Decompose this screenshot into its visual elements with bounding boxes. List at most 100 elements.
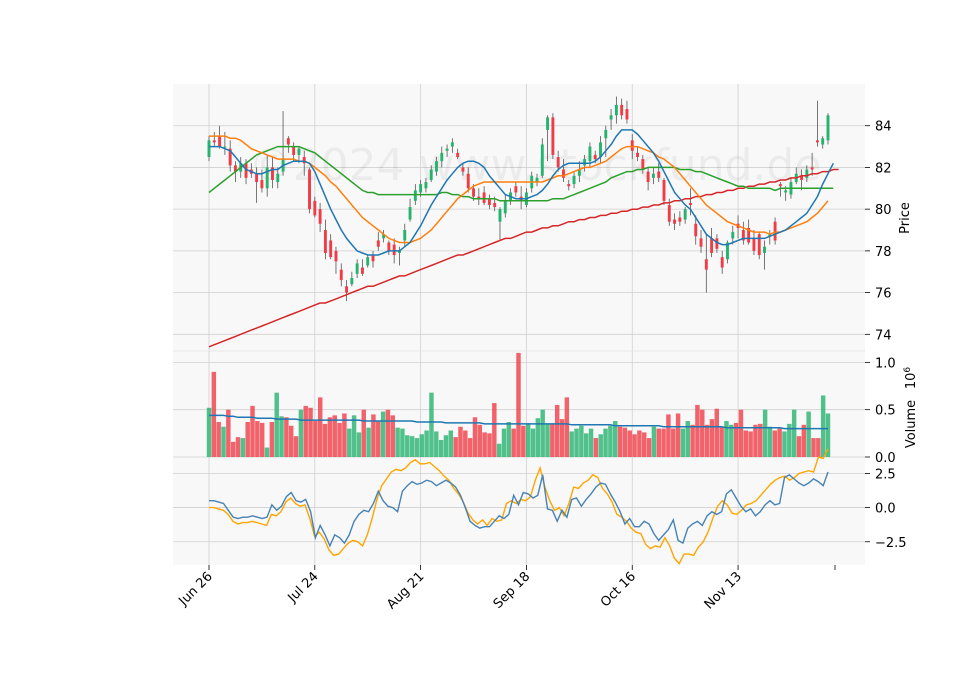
volume-bar: [487, 433, 492, 457]
candle-up: [440, 152, 444, 162]
volume-bar: [656, 428, 661, 457]
candle-up: [805, 169, 809, 178]
price-panel-bg: [173, 84, 865, 351]
candle-up: [207, 140, 211, 158]
candle-up: [403, 230, 407, 241]
candle-up: [445, 148, 449, 151]
candle-down: [710, 238, 714, 253]
candle-down: [667, 204, 671, 222]
candle-down: [493, 202, 497, 208]
volume-bar: [288, 425, 294, 457]
volume-bar: [791, 409, 797, 457]
price-y-tick-label: 74: [875, 328, 892, 343]
volume-bar: [540, 409, 545, 457]
volume-bar: [361, 409, 366, 457]
candle-down: [810, 167, 814, 170]
volume-bar: [632, 434, 637, 457]
candle-up: [583, 159, 587, 166]
volume-bar: [767, 426, 773, 457]
oscillator-y-tick-label: 0.0: [875, 502, 896, 517]
volume-exponent-sup: 6: [903, 367, 913, 373]
candle-down: [641, 159, 645, 170]
volume-bar: [385, 409, 391, 457]
stock-chart: ©2024 www.stockfund.de Jun 26 Jul 24 Aug 2…: [0, 0, 960, 690]
candle-up: [572, 175, 576, 185]
volume-bar: [506, 421, 512, 457]
volume-bar: [675, 413, 681, 457]
volume-bar: [376, 421, 381, 457]
x-tick-label: Aug 21: [384, 569, 427, 612]
candle-up: [297, 148, 301, 155]
volume-bar: [637, 430, 642, 457]
volume-bar: [661, 428, 666, 457]
candle-down: [308, 169, 311, 210]
watermark: ©2024 www.stockfund.de: [249, 140, 822, 191]
candle-up: [604, 129, 608, 139]
candle-down: [657, 171, 661, 178]
candle-down: [376, 240, 380, 247]
candle-up: [614, 104, 618, 116]
candle-up: [784, 190, 788, 193]
candle-down: [773, 221, 777, 241]
candle-up: [588, 146, 592, 162]
candle-down: [466, 173, 470, 189]
volume-bar: [269, 421, 275, 457]
volume-bar: [646, 438, 652, 457]
volume-bar: [598, 434, 603, 457]
volume-bar: [250, 405, 255, 457]
volume-bar: [709, 419, 715, 457]
candle-down: [620, 104, 624, 116]
candle-up: [498, 209, 502, 222]
volume-bar: [714, 408, 719, 457]
candle-down: [678, 217, 682, 222]
price-y-tick-label: 84: [875, 120, 892, 135]
volume-bar: [448, 430, 454, 457]
volume-bar: [443, 435, 449, 457]
price-y-tick-label: 78: [875, 245, 892, 260]
volume-bar: [380, 411, 386, 457]
volume-bar: [453, 437, 458, 457]
volume-bar: [337, 422, 342, 457]
candle-down: [334, 250, 338, 262]
volume-bar: [777, 428, 782, 457]
candle-down: [392, 244, 396, 256]
x-tick-label: Oct 16: [598, 569, 639, 610]
volume-bar: [695, 404, 700, 457]
chart-canvas: ©2024 www.stockfund.de Jun 26 Jul 24 Aug 2…: [173, 84, 919, 612]
candle-up: [276, 173, 280, 183]
volume-bar: [492, 403, 497, 457]
x-tick-label: Nov 13: [702, 569, 745, 612]
candle-up: [763, 246, 766, 253]
volume-bar: [279, 416, 284, 457]
volume-axis-title: Volume: [904, 400, 919, 448]
volume-bar: [521, 425, 526, 457]
candle-up: [540, 144, 544, 176]
candle-down: [567, 184, 571, 187]
volume-y-tick-label: 0.5: [875, 404, 896, 419]
volume-bar: [351, 415, 357, 457]
price-axis-title: Price: [898, 202, 913, 234]
candle-up: [450, 142, 454, 147]
volume-bar: [700, 409, 705, 457]
candle-up: [424, 182, 428, 189]
candle-down: [286, 138, 290, 145]
candle-up: [826, 115, 830, 141]
candle-up: [413, 190, 417, 201]
x-tick-label: Jul 24: [285, 569, 322, 606]
candle-up: [223, 146, 227, 148]
candle-down: [551, 117, 555, 155]
candle-down: [646, 171, 650, 183]
candle-down: [472, 188, 475, 197]
volume-bar: [782, 431, 787, 457]
volume-bar: [308, 407, 313, 457]
volume-bar: [264, 447, 270, 457]
candle-down: [212, 140, 216, 143]
candle-down: [699, 238, 703, 247]
price-y-tick-label: 76: [875, 287, 892, 302]
volume-bar: [274, 392, 279, 457]
candle-up: [350, 277, 354, 285]
volume-bar: [811, 438, 816, 457]
volume-bar: [772, 430, 778, 457]
candle-down: [514, 186, 518, 193]
candle-down: [815, 140, 819, 143]
